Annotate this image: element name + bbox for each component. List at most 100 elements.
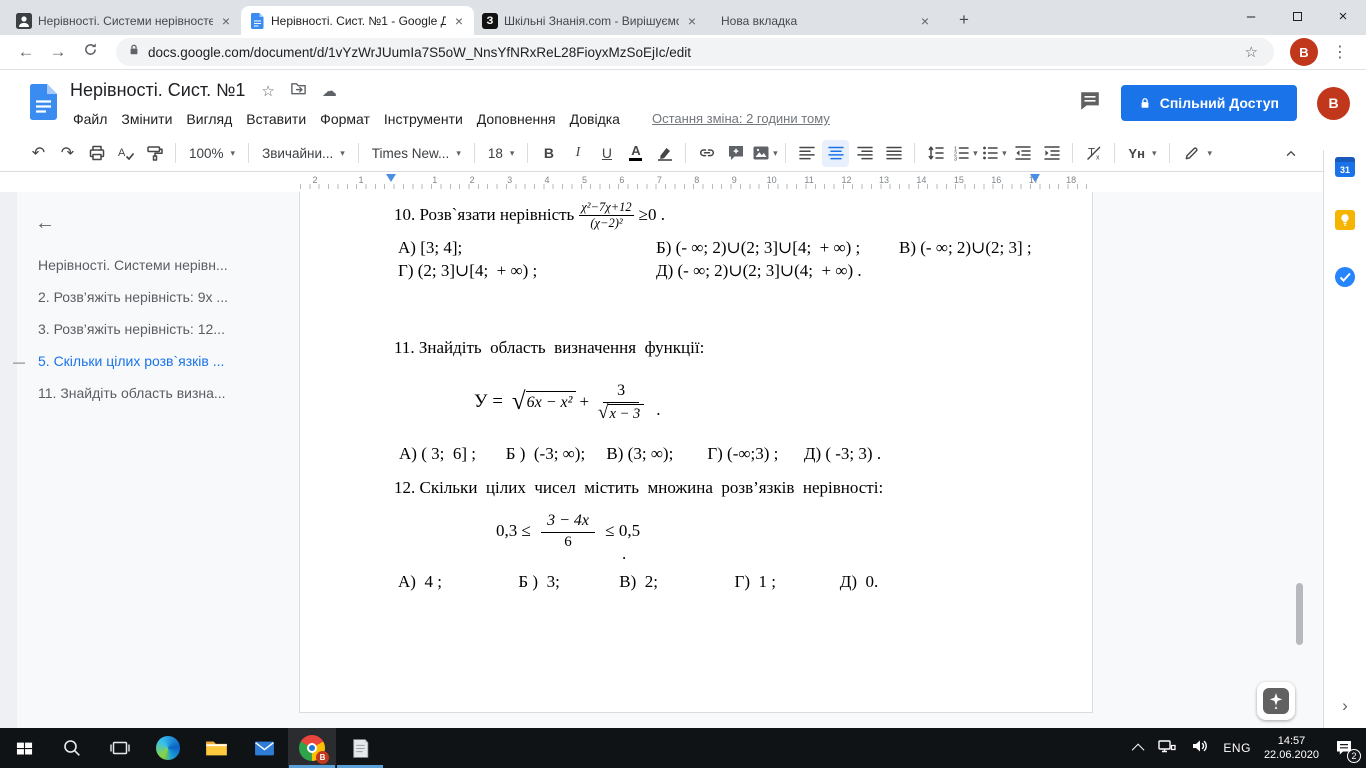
tab-close-icon[interactable]: ×	[452, 13, 466, 29]
window-restore-button[interactable]	[1274, 0, 1320, 33]
browser-tab-3[interactable]: З Шкільні Знанія.com - Вирішуємо ×	[474, 6, 707, 35]
network-icon[interactable]	[1157, 736, 1177, 761]
italic-button[interactable]: I	[564, 140, 591, 167]
last-edit-link[interactable]: Остання зміна: 2 години тому	[652, 111, 830, 126]
menu-item[interactable]: Вигляд	[179, 108, 239, 130]
redo-button[interactable]: ↷	[54, 140, 81, 167]
browser-tab-4[interactable]: Нова вкладка ×	[707, 6, 940, 35]
browser-menu-icon[interactable]: ⋮	[1324, 42, 1356, 62]
outline-item[interactable]: 5. Скільки цілих розв`язків ...	[17, 345, 298, 377]
forward-button[interactable]: →	[42, 42, 74, 62]
edge-taskbar-icon[interactable]	[144, 728, 192, 768]
menu-item[interactable]: Доповнення	[470, 108, 563, 130]
task-view-button[interactable]	[96, 728, 144, 768]
taskbar-clock[interactable]: 14:57 22.06.2020	[1264, 734, 1319, 762]
underline-button[interactable]: U	[593, 140, 620, 167]
document-status-cloud-icon[interactable]: ☁	[322, 82, 337, 100]
line-spacing-button[interactable]	[922, 140, 949, 167]
menu-item[interactable]: Інструменти	[377, 108, 470, 130]
print-button[interactable]	[83, 140, 110, 167]
document-title[interactable]: Нерівності. Сист. №1	[70, 80, 245, 101]
hide-side-panel-chevron[interactable]: ›	[1324, 696, 1366, 716]
indent-marker-left[interactable]	[386, 174, 396, 182]
google-keep-icon[interactable]	[1335, 210, 1355, 235]
paint-format-button[interactable]	[141, 140, 168, 167]
outline-item[interactable]: 2. Розв’яжіть нерівність: 9x ...	[17, 281, 298, 313]
google-docs-logo-icon[interactable]	[30, 84, 57, 125]
bookmark-star-icon[interactable]: ☆	[1241, 43, 1262, 61]
numbered-list-button[interactable]: 123 ▾	[951, 140, 978, 167]
tab-title: Нерівності. Системи нерівносте	[38, 13, 213, 28]
close-outline-arrow-icon[interactable]: ←	[35, 212, 55, 235]
paragraph-style-select[interactable]: Звичайни... ▾	[255, 140, 352, 166]
highlight-color-button[interactable]	[651, 140, 678, 167]
google-tasks-icon[interactable]	[1335, 267, 1355, 292]
menu-item[interactable]: Змінити	[114, 108, 179, 130]
insert-image-button[interactable]: ▾	[751, 140, 778, 167]
increase-indent-button[interactable]	[1038, 140, 1065, 167]
decrease-indent-button[interactable]	[1009, 140, 1036, 167]
align-right-button[interactable]	[851, 140, 878, 167]
docs-profile-avatar[interactable]: B	[1317, 86, 1350, 120]
tab-close-icon[interactable]: ×	[918, 13, 932, 29]
share-button[interactable]: Спільний Доступ	[1120, 85, 1297, 121]
back-button[interactable]: ←	[10, 42, 42, 62]
action-center-button[interactable]: 2	[1332, 736, 1361, 763]
url-omnibox[interactable]: docs.google.com/document/d/1vYzWrJUumIa7…	[116, 38, 1274, 66]
add-comment-button[interactable]	[722, 140, 749, 167]
browser-tab-1[interactable]: Нерівності. Системи нерівносте ×	[8, 6, 241, 35]
editing-mode-button[interactable]: ▾	[1176, 140, 1219, 166]
text-color-button[interactable]: A	[622, 140, 649, 167]
tab-close-icon[interactable]: ×	[219, 13, 233, 29]
clear-formatting-button[interactable]: Tx	[1080, 140, 1107, 167]
comments-icon[interactable]	[1079, 90, 1101, 117]
window-close-button[interactable]: ×	[1320, 0, 1366, 33]
file-explorer-taskbar-icon[interactable]	[192, 728, 240, 768]
zoom-select[interactable]: 100% ▾	[182, 140, 242, 166]
mail-taskbar-icon[interactable]	[240, 728, 288, 768]
indent-marker-right[interactable]	[1030, 174, 1040, 182]
chrome-taskbar-icon[interactable]: B	[288, 728, 336, 768]
align-left-button[interactable]	[793, 140, 820, 167]
notebook-app-taskbar-icon[interactable]	[336, 728, 384, 768]
collapse-toolbar-button[interactable]	[1277, 140, 1304, 167]
explore-button[interactable]	[1257, 682, 1295, 720]
outline-item[interactable]: 11. Знайдіть область визна...	[17, 377, 298, 409]
new-tab-button[interactable]: +	[950, 6, 978, 34]
outline-item[interactable]: 3. Розв’яжіть нерівність: 12...	[17, 313, 298, 345]
tab-close-icon[interactable]: ×	[685, 13, 699, 29]
tray-overflow-chevron-icon[interactable]	[1132, 743, 1145, 756]
google-side-panel: 31 ›	[1323, 150, 1366, 728]
reload-button[interactable]	[74, 41, 106, 63]
browser-profile-avatar[interactable]: B	[1290, 38, 1318, 66]
start-button[interactable]	[0, 728, 48, 768]
star-document-icon[interactable]: ☆	[261, 82, 274, 100]
google-calendar-icon[interactable]: 31	[1335, 157, 1355, 177]
volume-icon[interactable]	[1190, 736, 1210, 761]
bulleted-list-button[interactable]: ▾	[980, 140, 1007, 167]
insert-link-button[interactable]	[693, 140, 720, 167]
align-justify-button[interactable]	[880, 140, 907, 167]
language-indicator[interactable]: ENG	[1223, 741, 1251, 755]
document-page[interactable]: 10. Розв`язати нерівність χ²−7χ+12 (χ−2)…	[299, 192, 1093, 713]
outline-item[interactable]: Нерівності. Системи нерівн...	[17, 249, 298, 281]
document-ruler[interactable]: 21 1 2 3 4 5 6 7 8 9 10 11 12 13 14 15 16 17 18	[0, 172, 1366, 192]
browser-tab-2-active[interactable]: Нерівності. Сист. №1 - Google Д ×	[241, 6, 474, 35]
font-size-select[interactable]: 18 ▾	[481, 140, 522, 166]
vertical-scrollbar-thumb[interactable]	[1296, 583, 1303, 645]
bold-button[interactable]: B	[535, 140, 562, 167]
taskbar-search-button[interactable]	[48, 728, 96, 768]
menu-item[interactable]: Файл	[66, 108, 114, 130]
browser-address-bar: ← → docs.google.com/document/d/1vYzWrJUu…	[0, 35, 1366, 70]
align-center-button[interactable]	[822, 139, 850, 167]
ruler-number: 2	[469, 175, 475, 185]
input-tools-button[interactable]: Yн ▾	[1121, 140, 1163, 166]
menu-item[interactable]: Формат	[313, 108, 377, 130]
menu-item[interactable]: Довідка	[563, 108, 627, 130]
font-family-select[interactable]: Times New... ▾	[365, 140, 468, 166]
window-minimize-button[interactable]: –	[1228, 0, 1274, 33]
move-to-folder-icon[interactable]	[290, 80, 307, 101]
spellcheck-button[interactable]: A	[112, 140, 139, 167]
menu-item[interactable]: Вставити	[239, 108, 313, 130]
undo-button[interactable]: ↶	[25, 140, 52, 167]
